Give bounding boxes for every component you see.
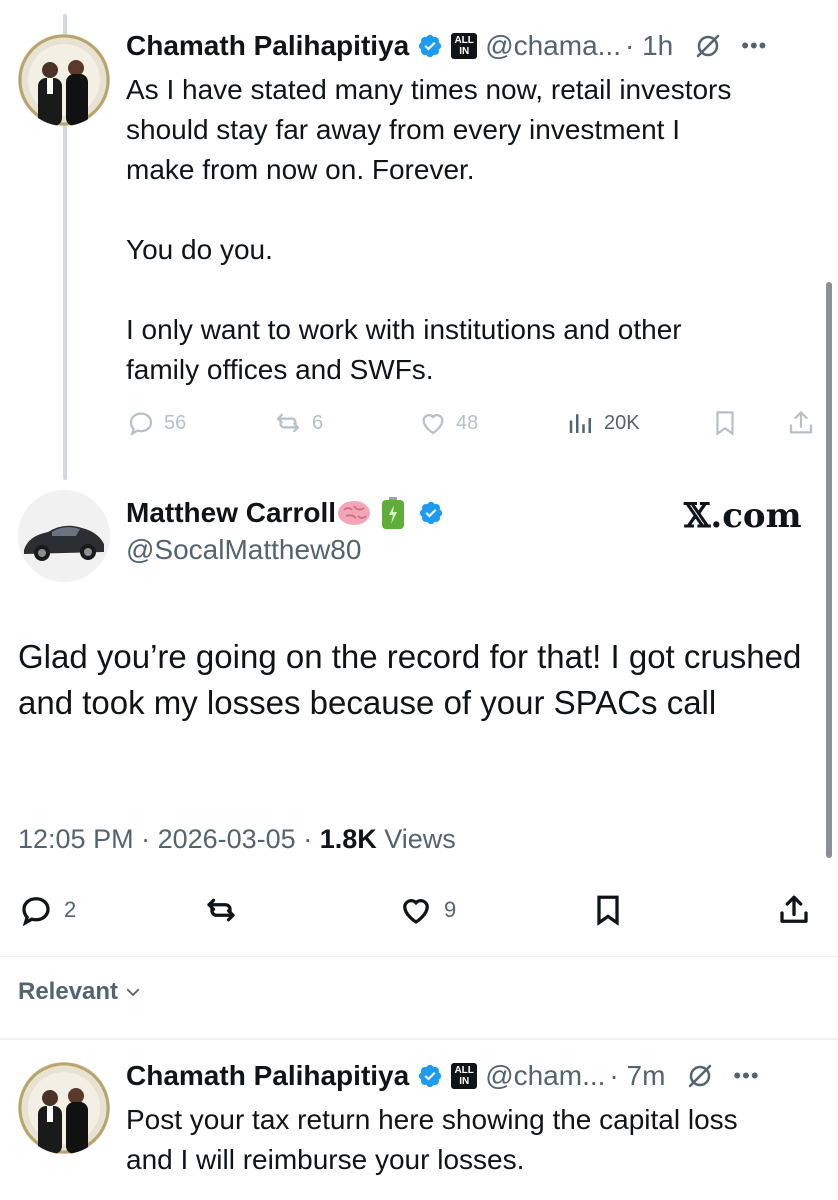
badge-text-top: ALL: [454, 35, 474, 46]
verified-badge-icon: [419, 1064, 442, 1088]
main-tweet-author-row: Matthew Carroll: [126, 496, 444, 530]
like-button[interactable]: 9: [398, 892, 456, 928]
tweet-text-line: I only want to work with institutions an…: [126, 314, 682, 345]
avatar-photo: [18, 1062, 110, 1154]
bookmark-button[interactable]: [590, 892, 626, 928]
tweet1-header: Chamath Palihapitiya ALL IN @chama... · …: [126, 30, 767, 62]
grok-icon[interactable]: [685, 1061, 715, 1091]
more-options-icon[interactable]: •••: [741, 33, 767, 59]
verified-badge-icon: [419, 501, 443, 525]
reply-icon: [22, 897, 50, 927]
tweet-text-line: make from now on. Forever.: [126, 154, 475, 185]
views-label: Views: [376, 824, 456, 854]
verified-badge-icon: [419, 34, 442, 58]
bookmark-icon: [716, 411, 734, 436]
views-button[interactable]: 20K: [566, 408, 640, 438]
views-chart-icon: [569, 414, 591, 433]
reply-count: 2: [64, 897, 77, 922]
author-handle[interactable]: @SocalMatthew80: [126, 534, 361, 566]
author-name[interactable]: Chamath Palihapitiya: [126, 30, 409, 62]
views-count: 1.8K: [319, 824, 377, 854]
avatar-car-photo: [18, 490, 110, 582]
heart-icon: [422, 414, 444, 435]
repost-button[interactable]: [202, 892, 240, 928]
sort-label: Relevant: [18, 978, 119, 1005]
scrollbar[interactable]: [826, 282, 832, 858]
sort-replies-dropdown[interactable]: Relevant: [18, 978, 142, 1006]
reply-button[interactable]: 56: [126, 408, 186, 438]
bookmark-button[interactable]: [710, 408, 740, 438]
avatar[interactable]: [18, 1062, 110, 1154]
badge-text-bottom: IN: [459, 1076, 470, 1087]
all-in-affiliate-badge[interactable]: ALL IN: [451, 1063, 478, 1089]
author-name[interactable]: Matthew Carroll: [126, 497, 336, 529]
repost-icon: [276, 413, 300, 433]
share-icon: [780, 895, 808, 923]
share-button[interactable]: [786, 408, 816, 438]
repost-button[interactable]: 6: [272, 408, 323, 438]
share-button[interactable]: [776, 892, 812, 928]
tweet1-text: As I have stated many times now, retail …: [126, 70, 816, 390]
meta-separator: ·: [133, 824, 158, 854]
battery-icon: [382, 497, 405, 529]
tweet-date[interactable]: 2026-03-05: [158, 824, 296, 854]
bookmark-icon: [597, 895, 619, 926]
tweet-time[interactable]: · 7m: [609, 1060, 665, 1092]
tweet-text-line: and I will reimburse your losses.: [126, 1144, 525, 1175]
main-tweet-action-bar: 2 9: [18, 888, 824, 932]
reply-button[interactable]: 2: [18, 892, 76, 928]
heart-icon: [403, 899, 429, 924]
brain-icon: [338, 501, 371, 525]
x-com-watermark: 𝕏.com: [684, 496, 802, 536]
tweet-text-line: You do you.: [126, 234, 273, 265]
avatar-photo: [18, 34, 110, 126]
repost-count: 6: [312, 411, 324, 434]
tweet-metadata: 12:05 PM · 2026-03-05 · 1.8K Views: [18, 824, 456, 855]
tweet3-text: Post your tax return here showing the ca…: [126, 1100, 826, 1180]
section-divider: [0, 1038, 838, 1040]
views-count: 20K: [604, 411, 640, 434]
like-count: 48: [456, 411, 479, 434]
tweet1-action-bar: 56 6 48 20K: [126, 404, 826, 444]
tweet-text-line: As I have stated many times now, retail …: [126, 74, 732, 105]
all-in-affiliate-badge[interactable]: ALL IN: [451, 33, 478, 59]
reply-icon: [129, 412, 153, 437]
share-icon: [789, 411, 813, 434]
like-button[interactable]: 48: [418, 408, 478, 438]
tweet-time[interactable]: · 1h: [625, 30, 673, 62]
chevron-down-icon: [126, 988, 140, 996]
like-count: 9: [444, 897, 457, 922]
badge-text-top: ALL: [454, 1065, 474, 1076]
badge-text-bottom: IN: [459, 46, 470, 57]
avatar[interactable]: [18, 490, 110, 582]
more-options-icon[interactable]: •••: [733, 1063, 759, 1089]
reply-count: 56: [164, 411, 187, 434]
tweet-timestamp[interactable]: 12:05 PM: [18, 824, 134, 854]
author-name[interactable]: Chamath Palihapitiya: [126, 1060, 409, 1092]
avatar[interactable]: [18, 34, 110, 126]
main-tweet-text: Glad you’re going on the record for that…: [18, 638, 802, 721]
tweet-text-line: Post your tax return here showing the ca…: [126, 1104, 738, 1135]
author-handle[interactable]: @chama...: [485, 30, 621, 62]
divider: [0, 956, 838, 957]
tweet3-header: Chamath Palihapitiya ALL IN @cham... · 7…: [126, 1060, 760, 1092]
tweet-text-line: family offices and SWFs.: [126, 354, 434, 385]
meta-separator: ·: [295, 824, 320, 854]
grok-icon[interactable]: [693, 31, 723, 61]
repost-icon: [207, 898, 235, 922]
author-handle[interactable]: @cham...: [485, 1060, 605, 1092]
tweet-text-line: should stay far away from every investme…: [126, 114, 680, 145]
